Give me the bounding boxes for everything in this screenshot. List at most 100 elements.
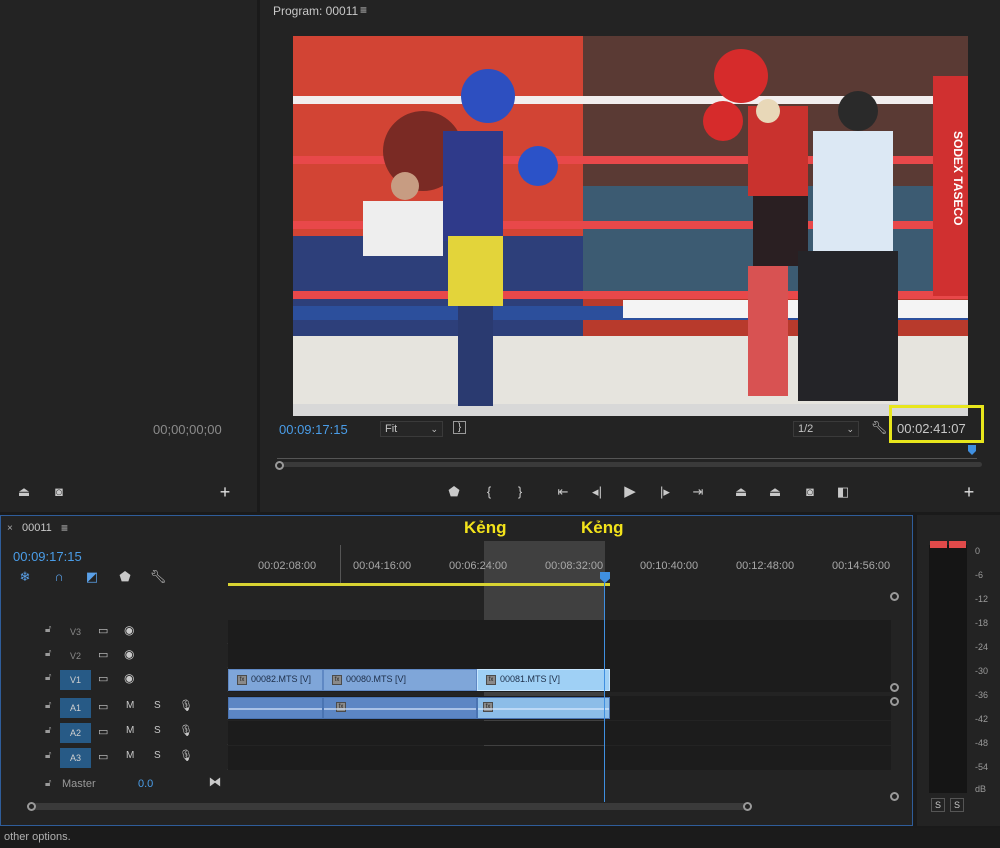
film-icon[interactable]: ▭ <box>98 648 108 661</box>
sync-lock-icon[interactable]: ▭ <box>98 725 108 738</box>
horizontal-scrollbar[interactable] <box>29 803 751 810</box>
camera-icon[interactable]: ◙ <box>50 484 68 500</box>
export-frame-icon[interactable]: ⏏ <box>15 484 33 500</box>
vertical-scroll-handle[interactable] <box>890 697 899 706</box>
mute-button[interactable]: M <box>126 725 134 736</box>
panel-menu-icon[interactable]: ≡ <box>61 521 68 535</box>
ruler-label: 00:02:08:00 <box>258 560 317 572</box>
solo-left-button[interactable]: S <box>931 798 945 812</box>
audio-clip[interactable]: fx <box>323 697 477 719</box>
scroll-handle-right[interactable] <box>743 802 752 811</box>
vertical-scroll-handle[interactable] <box>890 792 899 801</box>
lock-icon[interactable]: 🔓︎ <box>45 672 51 683</box>
program-monitor: Program: 00011 ≡ SODEX TASECO 00:09:17:1… <box>260 0 1000 512</box>
timeline-panel: × 00011 ≡ 00:09:17:15 ❄ ∩ ◩ ⬟ 🔧︎ Kẻng Kẻ… <box>0 515 913 826</box>
scroll-handle-left[interactable] <box>27 802 36 811</box>
play-icon[interactable]: ▶ <box>621 484 639 500</box>
wrench-icon[interactable]: 🔧︎ <box>870 420 888 436</box>
mark-in-icon[interactable]: { <box>480 484 498 500</box>
go-to-in-icon[interactable]: ⇤ <box>554 484 572 500</box>
track-lane[interactable] <box>228 746 891 770</box>
add-marker-icon[interactable]: ⬟ <box>445 484 463 500</box>
db-scale-label: -48 <box>975 738 989 748</box>
lock-icon[interactable]: 🔓︎ <box>45 700 51 711</box>
eye-icon[interactable]: ◉ <box>124 623 134 637</box>
solo-right-button[interactable]: S <box>950 798 964 812</box>
lift-icon[interactable]: ⏏ <box>732 484 750 500</box>
linked-selection-icon[interactable]: ◩ <box>83 569 101 585</box>
track-target-a1[interactable]: A1 <box>60 698 91 718</box>
vertical-scroll-handle[interactable] <box>890 683 899 692</box>
video-clip[interactable]: fx 00082.MTS [V] <box>228 669 323 691</box>
track-target-a2[interactable]: A2 <box>60 723 91 743</box>
plus-icon[interactable]: + <box>960 483 978 501</box>
waveform <box>324 708 476 710</box>
lock-icon[interactable]: 🔓︎ <box>45 648 51 659</box>
sync-lock-icon[interactable]: ▭ <box>98 750 108 763</box>
video-clip[interactable]: fx 00080.MTS [V] <box>323 669 477 691</box>
lock-icon[interactable]: 🔓︎ <box>45 725 51 736</box>
settings-bracket-icon[interactable]: } <box>453 421 466 434</box>
resolution-dropdown[interactable]: 1/2 ⌄ <box>793 421 859 437</box>
track-header: 🔓︎ V2 ▭ ◉ <box>1 644 227 668</box>
lock-icon[interactable]: 🔓︎ <box>45 624 51 635</box>
program-time-ruler[interactable] <box>277 453 977 459</box>
sync-lock-icon[interactable]: ▭ <box>98 700 108 713</box>
ruler-label: 00:08:32:00 <box>545 560 604 572</box>
snap-icon[interactable]: ❄ <box>16 569 34 585</box>
mute-button[interactable]: M <box>126 700 134 711</box>
program-title[interactable]: Program: 00011 <box>273 4 358 18</box>
solo-button[interactable]: S <box>154 725 161 736</box>
db-scale-label: -36 <box>975 690 989 700</box>
solo-button[interactable]: S <box>154 750 161 761</box>
source-timecode[interactable]: 00;00;00;00 <box>153 422 222 437</box>
mute-button[interactable]: M <box>126 750 134 761</box>
master-volume-value[interactable]: 0.0 <box>138 778 153 790</box>
audio-clip[interactable] <box>228 697 323 719</box>
lock-icon[interactable]: 🔓︎ <box>45 778 51 789</box>
microphone-icon[interactable]: 🎙︎ <box>179 749 193 762</box>
track-label-v3[interactable]: V3 <box>60 622 91 642</box>
fit-dropdown[interactable]: Fit ⌄ <box>380 421 443 437</box>
lock-icon[interactable]: 🔓︎ <box>45 750 51 761</box>
program-zoom-scrollbar[interactable] <box>277 462 982 467</box>
timeline-timecode[interactable]: 00:09:17:15 <box>13 549 82 564</box>
solo-button[interactable]: S <box>154 700 161 711</box>
marker-icon[interactable]: ⬟ <box>116 569 134 585</box>
track-lane[interactable] <box>228 620 891 644</box>
compare-icon[interactable]: ◧ <box>834 484 852 500</box>
film-icon[interactable]: ▭ <box>98 624 108 637</box>
track-lane[interactable] <box>228 644 891 668</box>
panel-menu-icon[interactable]: ≡ <box>360 3 367 17</box>
step-forward-icon[interactable]: |▸ <box>656 484 674 500</box>
go-to-out-icon[interactable]: ⇥ <box>689 484 707 500</box>
extract-icon[interactable]: ⏏ <box>766 484 784 500</box>
step-back-icon[interactable]: ◂| <box>588 484 606 500</box>
eye-icon[interactable]: ◉ <box>124 647 134 661</box>
track-lane[interactable] <box>228 721 891 745</box>
work-area-bar[interactable] <box>228 583 610 586</box>
microphone-icon[interactable]: 🎙︎ <box>179 724 193 737</box>
track-target-v1[interactable]: V1 <box>60 670 91 690</box>
zoom-handle[interactable] <box>275 461 284 470</box>
db-scale-label: -18 <box>975 618 989 628</box>
film-icon[interactable]: ▭ <box>98 672 108 685</box>
audio-clip-selected[interactable]: fx <box>477 697 610 719</box>
track-lane[interactable]: fx 00082.MTS [V] fx 00080.MTS [V] fx 000… <box>228 668 891 692</box>
video-clip-selected[interactable]: fx 00081.MTS [V] <box>477 669 610 691</box>
close-icon[interactable]: × <box>7 523 13 534</box>
magnet-icon[interactable]: ∩ <box>50 569 68 585</box>
eye-icon[interactable]: ◉ <box>124 671 134 685</box>
track-lane[interactable]: fx fx <box>228 696 891 720</box>
track-target-a3[interactable]: A3 <box>60 748 91 768</box>
sequence-tab[interactable]: 00011 <box>22 522 52 534</box>
plus-icon[interactable]: + <box>216 483 234 501</box>
microphone-icon[interactable]: 🎙︎ <box>179 699 193 712</box>
track-label-v2[interactable]: V2 <box>60 646 91 666</box>
vertical-scroll-handle[interactable] <box>890 592 899 601</box>
go-to-end-icon[interactable]: ⧓ <box>206 774 224 790</box>
mark-out-icon[interactable]: } <box>511 484 529 500</box>
wrench-icon[interactable]: 🔧︎ <box>149 569 167 585</box>
program-current-timecode[interactable]: 00:09:17:15 <box>279 422 348 437</box>
camera-icon[interactable]: ◙ <box>801 484 819 500</box>
